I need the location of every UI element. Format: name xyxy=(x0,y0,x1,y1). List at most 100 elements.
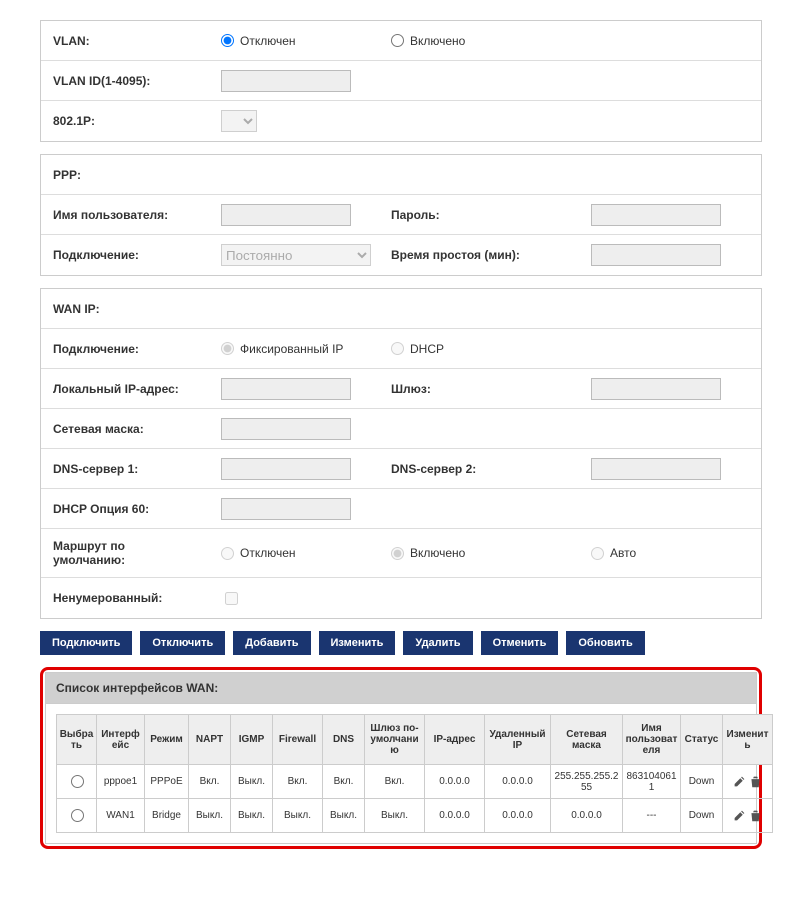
wanip-localip-input[interactable] xyxy=(221,378,351,400)
cell-dns: Вкл. xyxy=(323,765,365,799)
wanip-dhcp60-input[interactable] xyxy=(221,498,351,520)
page: VLAN: Отключен Включено VLAN ID(1-4095):… xyxy=(0,0,802,909)
wanip-dhcp-radio[interactable] xyxy=(391,342,404,355)
th-dns: DNS xyxy=(323,715,365,765)
wanip-dhcp60-label: DHCP Опция 60: xyxy=(41,492,211,526)
wanip-label: WAN IP: xyxy=(41,292,211,326)
cell-ip: 0.0.0.0 xyxy=(425,799,485,833)
ppp-label: PPP: xyxy=(41,158,211,192)
wanip-conn-label: Подключение: xyxy=(41,332,211,366)
row-select-radio[interactable] xyxy=(71,775,84,788)
th-mode: Режим xyxy=(145,715,189,765)
wanip-route-auto-radio[interactable] xyxy=(591,547,604,560)
cell-user: 8631040611 xyxy=(623,765,681,799)
ppp-user-input[interactable] xyxy=(221,204,351,226)
cell-status: Down xyxy=(681,765,723,799)
cell-igmp: Выкл. xyxy=(231,765,273,799)
vlan-off-text: Отключен xyxy=(240,34,296,48)
delete-button[interactable]: Удалить xyxy=(403,631,472,655)
wanip-route-on-radio[interactable] xyxy=(391,547,404,560)
th-user: Имя пользователя xyxy=(623,715,681,765)
table-row: pppoe1PPPoEВкл.Выкл.Вкл.Вкл.Вкл.0.0.0.00… xyxy=(57,765,773,799)
vlan-id-label: VLAN ID(1-4095): xyxy=(41,64,211,98)
cell-remote: 0.0.0.0 xyxy=(485,765,551,799)
wanip-fixed-text: Фиксированный IP xyxy=(240,342,343,356)
ppp-pass-input[interactable] xyxy=(591,204,721,226)
vlan-on-text: Включено xyxy=(410,34,465,48)
row-select-radio[interactable] xyxy=(71,809,84,822)
vlan-on-radio[interactable] xyxy=(391,34,404,47)
cell-mask: 255.255.255.255 xyxy=(551,765,623,799)
cell-gw: Вкл. xyxy=(365,765,425,799)
disconnect-button[interactable]: Отключить xyxy=(140,631,225,655)
th-gw: Шлюз по-умолчанию xyxy=(365,715,425,765)
wanip-gw-label: Шлюз: xyxy=(381,374,581,404)
vlan-label: VLAN: xyxy=(41,24,211,58)
vlan-p-label: 802.1P: xyxy=(41,104,211,138)
th-igmp: IGMP xyxy=(231,715,273,765)
wanip-unnum-label: Ненумерованный: xyxy=(41,581,211,615)
th-iface: Интерфейс xyxy=(97,715,145,765)
vlan-section: VLAN: Отключен Включено VLAN ID(1-4095):… xyxy=(40,20,762,142)
cell-igmp: Выкл. xyxy=(231,799,273,833)
edit-button[interactable]: Изменить xyxy=(319,631,396,655)
cell-status: Down xyxy=(681,799,723,833)
pencil-icon[interactable] xyxy=(732,775,746,789)
cell-firewall: Выкл. xyxy=(273,799,323,833)
wanip-route-label: Маршрут по умолчанию: xyxy=(41,529,211,577)
wanip-dhcp-text: DHCP xyxy=(410,342,444,356)
wanip-section: WAN IP: Подключение: Фиксированный IP DH… xyxy=(40,288,762,619)
vlan-id-input[interactable] xyxy=(221,70,351,92)
th-remote: Удаленный IP xyxy=(485,715,551,765)
wanip-localip-label: Локальный IP-адрес: xyxy=(41,372,211,406)
wanip-mask-input[interactable] xyxy=(221,418,351,440)
cell-iface: WAN1 xyxy=(97,799,145,833)
th-firewall: Firewall xyxy=(273,715,323,765)
trash-icon[interactable] xyxy=(749,775,763,789)
cell-napt: Выкл. xyxy=(189,799,231,833)
ppp-idle-label: Время простоя (мин): xyxy=(381,240,581,270)
th-mask: Сетевая маска xyxy=(551,715,623,765)
th-status: Статус xyxy=(681,715,723,765)
cell-mode: PPPoE xyxy=(145,765,189,799)
refresh-button[interactable]: Обновить xyxy=(566,631,644,655)
wan-list-table: Выбрать Интерфейс Режим NAPT IGMP Firewa… xyxy=(56,714,773,833)
cell-ip: 0.0.0.0 xyxy=(425,765,485,799)
ppp-user-label: Имя пользователя: xyxy=(41,198,211,232)
cell-mode: Bridge xyxy=(145,799,189,833)
cancel-button[interactable]: Отменить xyxy=(481,631,559,655)
wanip-dns2-input[interactable] xyxy=(591,458,721,480)
cell-dns: Выкл. xyxy=(323,799,365,833)
wanip-dns1-input[interactable] xyxy=(221,458,351,480)
wanip-gw-input[interactable] xyxy=(591,378,721,400)
wanip-dns1-label: DNS-сервер 1: xyxy=(41,452,211,486)
vlan-off-radio[interactable] xyxy=(221,34,234,47)
ppp-section: PPP: Имя пользователя: Пароль: Подключен… xyxy=(40,154,762,276)
cell-firewall: Вкл. xyxy=(273,765,323,799)
trash-icon[interactable] xyxy=(749,809,763,823)
wanip-route-off-radio[interactable] xyxy=(221,547,234,560)
pencil-icon[interactable] xyxy=(732,809,746,823)
connect-button[interactable]: Подключить xyxy=(40,631,132,655)
wan-list-highlight: Список интерфейсов WAN: Выбрать Интерфей… xyxy=(40,667,762,849)
cell-iface: pppoe1 xyxy=(97,765,145,799)
th-napt: NAPT xyxy=(189,715,231,765)
wanip-route-on-text: Включено xyxy=(410,546,465,560)
vlan-p-select[interactable] xyxy=(221,110,257,132)
wanip-unnum-check[interactable] xyxy=(225,592,238,605)
wanip-route-auto-text: Авто xyxy=(610,546,636,560)
cell-user: --- xyxy=(623,799,681,833)
wan-list-title: Список интерфейсов WAN: xyxy=(45,672,757,704)
table-row: WAN1BridgeВыкл.Выкл.Выкл.Выкл.Выкл.0.0.0… xyxy=(57,799,773,833)
wanip-fixed-radio[interactable] xyxy=(221,342,234,355)
ppp-conn-select[interactable]: Постоянно xyxy=(221,244,371,266)
th-select: Выбрать xyxy=(57,715,97,765)
wanip-route-off-text: Отключен xyxy=(240,546,296,560)
ppp-conn-label: Подключение: xyxy=(41,238,211,272)
ppp-pass-label: Пароль: xyxy=(381,200,581,230)
add-button[interactable]: Добавить xyxy=(233,631,310,655)
cell-gw: Выкл. xyxy=(365,799,425,833)
cell-mask: 0.0.0.0 xyxy=(551,799,623,833)
ppp-idle-input[interactable] xyxy=(591,244,721,266)
th-edit: Изменить xyxy=(723,715,773,765)
